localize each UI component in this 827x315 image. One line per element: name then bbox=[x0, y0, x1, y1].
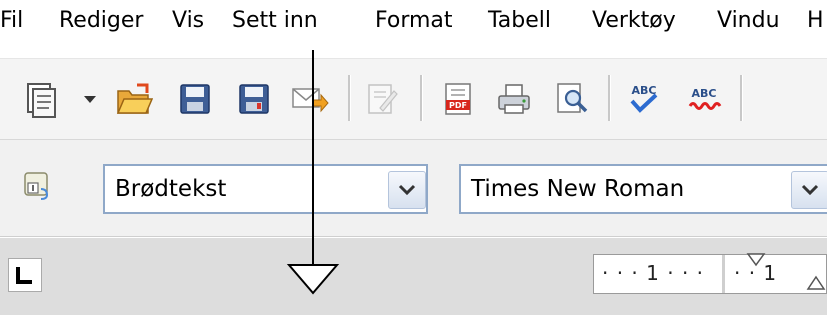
print-button[interactable] bbox=[494, 77, 534, 121]
page-preview-button[interactable] bbox=[552, 77, 592, 121]
spellcheck-button[interactable]: ABC bbox=[624, 77, 664, 121]
formatting-toolbar: Brødtekst Times New Roman bbox=[0, 140, 827, 237]
menu-format[interactable]: Format bbox=[375, 6, 453, 36]
edit-file-button[interactable] bbox=[362, 77, 402, 121]
paragraph-style-value: Brødtekst bbox=[115, 176, 227, 202]
menu-fil[interactable]: Fil bbox=[0, 6, 23, 36]
export-pdf-button[interactable]: PDF bbox=[438, 77, 478, 121]
standard-toolbar: PDF ABC ABC bbox=[0, 58, 827, 140]
open-button[interactable] bbox=[114, 77, 154, 121]
paragraph-style-combo[interactable]: Brødtekst bbox=[103, 164, 428, 214]
svg-text:PDF: PDF bbox=[449, 101, 467, 110]
menu-hjelp[interactable]: H bbox=[807, 6, 824, 36]
first-line-indent-marker-icon[interactable] bbox=[746, 253, 766, 267]
save-as-icon bbox=[239, 84, 269, 114]
styles-formatting-icon bbox=[24, 172, 49, 200]
font-name-value: Times New Roman bbox=[471, 176, 685, 202]
annotation-pointer-line bbox=[312, 50, 314, 280]
left-tab-icon bbox=[16, 267, 32, 284]
tab-stop-selector[interactable] bbox=[8, 258, 42, 292]
toolbar-separator bbox=[740, 75, 743, 121]
toolbar-separator bbox=[420, 75, 423, 121]
new-document-icon bbox=[27, 83, 56, 118]
send-email-button[interactable] bbox=[290, 77, 330, 121]
menu-tabell[interactable]: Tabell bbox=[488, 6, 551, 36]
spellcheck-icon: ABC bbox=[630, 84, 658, 113]
ruler-margin-gap bbox=[722, 255, 725, 293]
right-indent-marker-icon[interactable] bbox=[806, 275, 826, 291]
menu-rediger[interactable]: Rediger bbox=[59, 6, 143, 36]
export-pdf-icon: PDF bbox=[445, 83, 471, 115]
ruler-bar: · · · 1 · · · · · 1 bbox=[0, 238, 827, 315]
menu-sett-inn[interactable]: Sett inn bbox=[232, 6, 318, 36]
save-as-button[interactable] bbox=[234, 77, 274, 121]
send-email-icon bbox=[292, 88, 329, 113]
styles-formatting-button[interactable] bbox=[18, 164, 58, 208]
chevron-down-icon bbox=[801, 184, 819, 196]
toolbar-separator bbox=[348, 75, 351, 121]
print-icon bbox=[498, 84, 530, 114]
save-button[interactable] bbox=[175, 77, 215, 121]
open-folder-icon bbox=[116, 83, 153, 114]
menu-vis[interactable]: Vis bbox=[172, 6, 204, 36]
new-document-button[interactable] bbox=[22, 77, 62, 121]
svg-text:ABC: ABC bbox=[632, 84, 657, 97]
svg-text:ABC: ABC bbox=[692, 87, 717, 100]
chevron-down-icon bbox=[398, 184, 416, 196]
page-preview-icon bbox=[557, 83, 588, 113]
ruler-label-left: · · · 1 · · · bbox=[602, 261, 705, 285]
autospellcheck-button[interactable]: ABC bbox=[684, 77, 724, 121]
autospellcheck-icon: ABC bbox=[688, 87, 722, 110]
annotation-pointer-arrow-icon bbox=[286, 264, 340, 295]
menu-bar: Fil Rediger Vis Sett inn Format Tabell V… bbox=[0, 0, 827, 52]
font-name-dropdown-button[interactable] bbox=[791, 171, 827, 209]
menu-vindu[interactable]: Vindu bbox=[717, 6, 780, 36]
menu-verktoy[interactable]: Verktøy bbox=[592, 6, 676, 36]
paragraph-style-dropdown-button[interactable] bbox=[388, 171, 426, 209]
font-name-combo[interactable]: Times New Roman bbox=[459, 164, 827, 214]
new-dropdown-button[interactable] bbox=[78, 77, 102, 121]
toolbar-separator bbox=[608, 75, 611, 121]
edit-file-icon bbox=[368, 84, 398, 114]
new-dropdown-arrow-icon bbox=[84, 96, 96, 103]
save-icon bbox=[180, 84, 210, 114]
horizontal-ruler[interactable]: · · · 1 · · · · · 1 bbox=[593, 253, 827, 294]
